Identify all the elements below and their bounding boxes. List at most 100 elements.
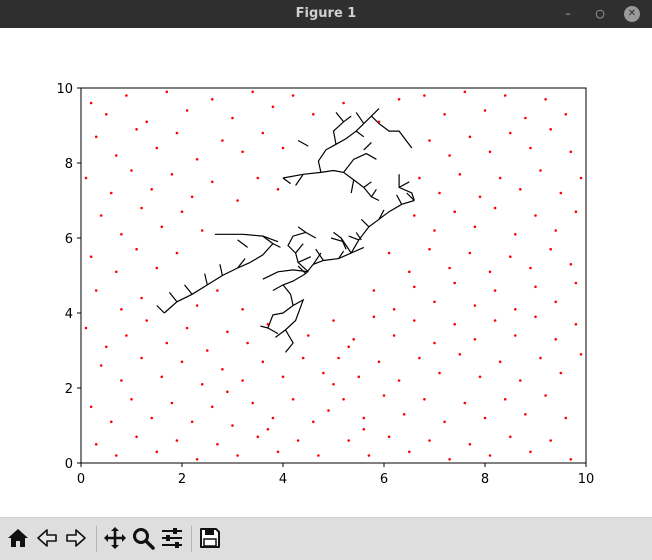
home-button[interactable] (4, 524, 32, 552)
scatter-point (362, 416, 366, 420)
tree-branch (163, 261, 251, 314)
scatter-point (549, 439, 552, 442)
scatter-point (241, 150, 244, 154)
x-tick-label: 0 (77, 472, 85, 487)
configure-subplots-button[interactable] (158, 524, 186, 552)
scatter-point (175, 439, 179, 442)
scatter-point (488, 270, 492, 274)
scatter-point (478, 195, 482, 199)
scatter-point (377, 120, 381, 124)
scatter-point (554, 338, 557, 341)
y-tick-label: 10 (56, 82, 73, 97)
scatter-point (221, 368, 224, 371)
scatter-point (569, 458, 573, 461)
scatter-point (231, 116, 234, 120)
plot-svg: 0 2 4 6 8 10 0 2 4 6 8 10 (56, 82, 594, 487)
scatter-point (175, 251, 179, 255)
scatter-point (503, 94, 507, 97)
scatter-point (473, 338, 477, 341)
x-tick-label: 6 (380, 472, 388, 487)
scatter-point (509, 435, 512, 439)
scatter-point (342, 101, 345, 105)
tree-branch (348, 235, 360, 241)
scatter-point (387, 435, 391, 439)
scatter-point (271, 105, 275, 109)
scatter-point (307, 334, 310, 337)
scatter-point (261, 131, 265, 135)
scatter-point (564, 416, 568, 420)
scatter-point (226, 330, 229, 334)
scatter-point (170, 173, 174, 176)
tree-branch (370, 115, 413, 149)
scatter-point (130, 398, 133, 401)
scatter-point (281, 146, 285, 150)
maximize-button[interactable]: ○ (592, 6, 608, 22)
tree-branch (297, 139, 309, 147)
scatter-point (211, 98, 214, 101)
scatter-point (443, 420, 446, 424)
scatter-point (569, 150, 573, 154)
scatter-point (130, 169, 133, 172)
scatter-point (89, 255, 93, 258)
scatter-point (397, 98, 401, 101)
pan-button[interactable] (101, 524, 129, 552)
scatter-point (332, 319, 335, 322)
configure-subplots-icon (162, 528, 182, 548)
x-tick-label: 8 (481, 472, 489, 487)
scatter-point (84, 326, 88, 330)
x-tick-label: 4 (279, 472, 287, 487)
scatter-point (498, 176, 502, 180)
scatter-point (453, 210, 457, 213)
scatter-point (544, 394, 547, 397)
zoom-button[interactable] (129, 524, 157, 552)
axes-frame (80, 87, 587, 464)
scatter-point (453, 281, 457, 285)
minimize-button[interactable]: – (560, 6, 576, 22)
forward-button[interactable] (62, 524, 90, 552)
scatter-point (110, 420, 113, 424)
scatter-point (524, 413, 527, 416)
tree-branch (355, 112, 365, 124)
scatter-point (246, 341, 249, 345)
scatter-point (276, 450, 280, 454)
close-icon: ✕ (627, 8, 637, 19)
window-title: Figure 1 (295, 6, 357, 21)
tree-branch (262, 269, 309, 280)
tree-branch (335, 112, 345, 123)
scatter-point (392, 334, 396, 337)
scatter-point (463, 401, 467, 405)
tree-branch (272, 199, 415, 292)
scatter-point (140, 296, 143, 300)
save-button[interactable] (196, 524, 224, 552)
scatter-point (135, 435, 138, 439)
scatter-point (488, 454, 492, 457)
tree-branch (297, 226, 307, 233)
forward-icon (66, 529, 86, 547)
scatter-point (468, 135, 472, 139)
scatter-point (342, 398, 345, 401)
scatter-point (317, 454, 320, 457)
scatter-point (120, 379, 123, 382)
tree-branch (350, 179, 355, 194)
tree-branch (260, 325, 269, 329)
scatter-point (145, 319, 148, 322)
scatter-point (402, 413, 406, 416)
tree-branch (156, 305, 165, 314)
close-button[interactable]: ✕ (624, 6, 640, 22)
tree-branch (168, 292, 178, 303)
scatter-point (519, 379, 522, 382)
scatter-point (125, 334, 128, 337)
home-icon (8, 529, 28, 547)
back-button[interactable] (33, 524, 61, 552)
scatter-point (140, 356, 143, 360)
scatter-point (448, 154, 451, 157)
scatter-point (312, 113, 315, 116)
scatter-point (357, 375, 361, 379)
scatter-point (493, 289, 497, 292)
axis-ticks: 0 2 4 6 8 10 0 2 4 6 8 10 (56, 82, 594, 487)
scatter-point (473, 225, 477, 229)
scatter-point (256, 176, 260, 180)
tree-branch (297, 256, 312, 263)
scatter-point (115, 270, 118, 274)
scatter-point (352, 338, 356, 341)
